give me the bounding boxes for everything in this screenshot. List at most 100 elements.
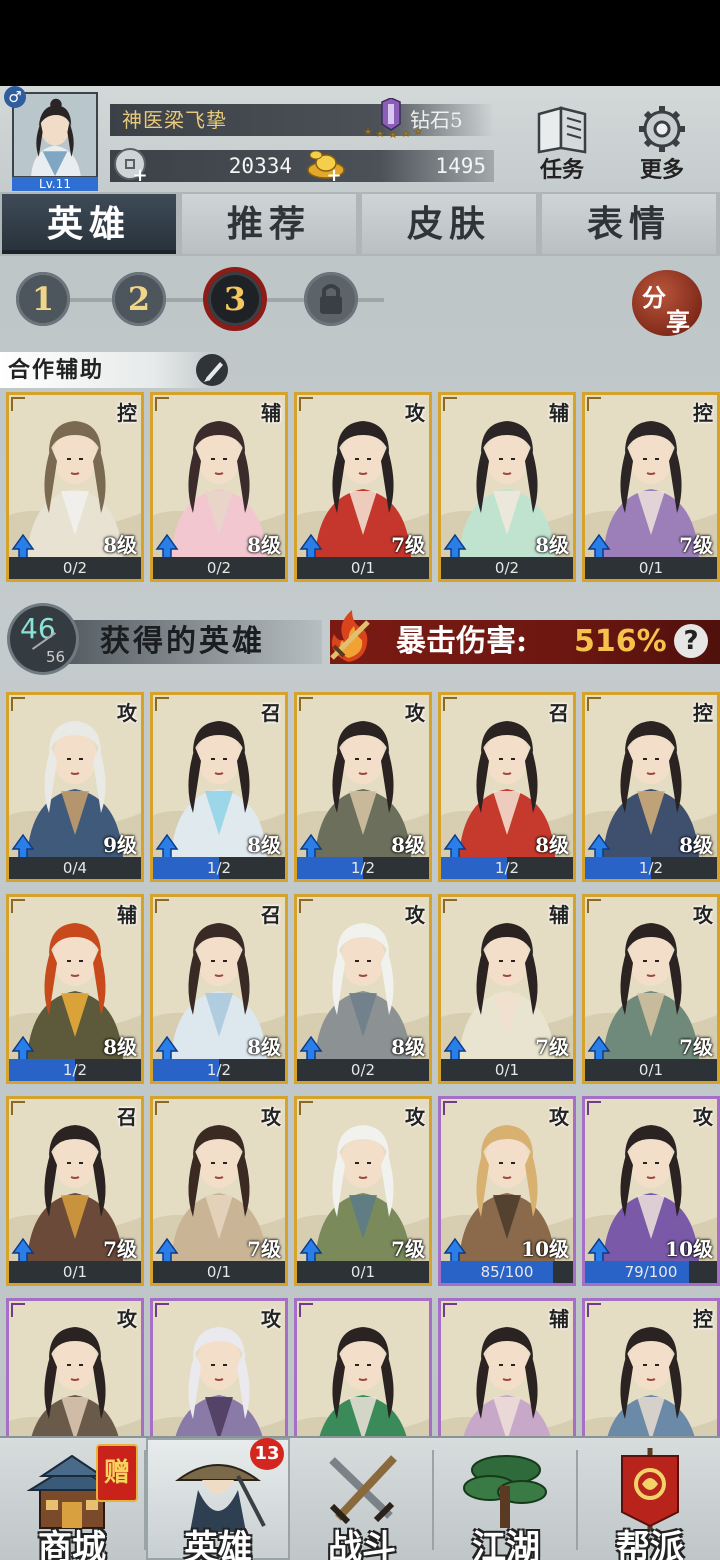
hero-fragment-bar: 1/2: [9, 1059, 141, 1081]
hero-card[interactable]: 召 8级 1/2: [150, 692, 288, 882]
crit-damage-label: 暴击伤害:: [396, 624, 528, 659]
hero-fragment-bar: 0/1: [297, 1261, 429, 1283]
tab-heroes[interactable]: 英雄: [2, 194, 176, 254]
hero-card[interactable]: 辅 7级 0/1: [438, 894, 576, 1084]
help-question-icon[interactable]: ?: [674, 624, 708, 658]
player-level: Lv.11: [12, 177, 98, 191]
hero-fragment-count: 0/1: [494, 1061, 520, 1079]
tab-skins[interactable]: 皮肤: [362, 194, 536, 254]
hero-fragment-count: 0/1: [350, 1263, 376, 1281]
hero-level: 7级: [247, 1237, 281, 1261]
hero-role: 控: [117, 401, 137, 425]
card-corner-ornament: [155, 697, 169, 711]
hero-role: 召: [261, 701, 281, 725]
player-avatar[interactable]: [12, 92, 98, 178]
hero-card[interactable]: 攻 7级 0/1: [294, 392, 432, 582]
task-button[interactable]: 任务: [524, 104, 600, 184]
add-coins-plus-icon[interactable]: +: [132, 167, 148, 185]
tab-emotes[interactable]: 表情: [542, 194, 716, 254]
hero-card[interactable]: 辅 8级 1/2: [6, 894, 144, 1084]
coin-amount: 20334: [228, 154, 292, 178]
hero-level: 10级: [665, 1237, 713, 1261]
hero-role: 攻: [405, 701, 425, 725]
hero-card[interactable]: 攻 7级 0/1: [294, 1096, 432, 1286]
page-3-button[interactable]: 3: [208, 272, 262, 326]
hero-card[interactable]: 攻 7级 0/1: [582, 894, 720, 1084]
lock-icon: [320, 284, 342, 314]
hero-role: 辅: [549, 903, 569, 927]
hero-card[interactable]: 召 8级 1/2: [150, 894, 288, 1084]
hero-card[interactable]: 召 8级 1/2: [438, 692, 576, 882]
card-corner-ornament: [443, 1101, 457, 1115]
hero-role: 召: [117, 1105, 137, 1129]
hero-card[interactable]: 辅 8级 0/2: [150, 392, 288, 582]
hero-role: 控: [693, 401, 713, 425]
card-corner-ornament: [443, 899, 457, 913]
hero-collection-screen: ♂ Lv.11 神医梁飞挚 钻石5 + 20334 + 1495 任务 更多 英…: [0, 0, 720, 1560]
hero-fragment-bar: 1/2: [441, 857, 573, 879]
card-corner-ornament: [299, 397, 313, 411]
hero-level: 8级: [535, 533, 569, 557]
card-corner-ornament: [587, 697, 601, 711]
hero-level: 8级: [391, 1035, 425, 1059]
player-name: 神医梁飞挚: [122, 108, 227, 132]
hero-card[interactable]: 控 7级 0/1: [582, 392, 720, 582]
player-rank: 钻石5: [410, 108, 463, 132]
hero-card[interactable]: 攻 9级 0/4: [6, 692, 144, 882]
hero-level: 7级: [391, 1237, 425, 1261]
hero-fragment-count: 1/2: [62, 1061, 88, 1079]
hero-card[interactable]: 攻 10级 85/100: [438, 1096, 576, 1286]
hero-level: 8级: [103, 1035, 137, 1059]
hero-fragment-count: 0/2: [494, 559, 520, 577]
edit-brush-icon[interactable]: [194, 352, 232, 388]
page-1-button[interactable]: 1: [16, 272, 70, 326]
more-button-label: 更多: [639, 157, 684, 183]
hero-level: 10级: [521, 1237, 569, 1261]
hero-fragment-count: 0/2: [350, 1061, 376, 1079]
hero-role: 召: [261, 903, 281, 927]
hero-card[interactable]: 攻 8级 1/2: [294, 692, 432, 882]
card-corner-ornament: [587, 899, 601, 913]
hero-fragment-bar: 1/2: [297, 857, 429, 879]
hero-notification-badge: 13: [250, 1438, 284, 1470]
hero-level: 8级: [535, 833, 569, 857]
flame-sword-icon: [330, 610, 370, 662]
gear-icon: [639, 106, 685, 152]
hero-fragment-count: 0/1: [638, 1061, 664, 1079]
tab-recommend[interactable]: 推荐: [182, 194, 356, 254]
hero-fragment-bar: 0/1: [585, 557, 717, 579]
hero-fragment-bar: 1/2: [153, 857, 285, 879]
hero-card[interactable]: 辅 8级 0/2: [438, 392, 576, 582]
more-button[interactable]: 更多: [624, 104, 700, 184]
hero-fragment-count: 1/2: [206, 859, 232, 877]
add-gold-plus-icon[interactable]: +: [326, 167, 342, 185]
hero-role: 辅: [549, 401, 569, 425]
owned-count: 46: [20, 612, 56, 645]
share-label-1: 分: [642, 283, 666, 312]
nav-battle[interactable]: 战斗: [290, 1438, 434, 1560]
nav-clan[interactable]: 帮派: [578, 1438, 720, 1560]
page-locked-button[interactable]: [304, 272, 358, 326]
hero-card[interactable]: 攻 8级 0/2: [294, 894, 432, 1084]
hero-card[interactable]: 攻 7级 0/1: [150, 1096, 288, 1286]
share-button[interactable]: 分 享: [632, 270, 702, 336]
hero-card[interactable]: 控 8级 1/2: [582, 692, 720, 882]
card-corner-ornament: [155, 1101, 169, 1115]
gold-amount: 1495: [435, 154, 486, 178]
hero-fragment-count: 1/2: [350, 859, 376, 877]
page-2-button[interactable]: 2: [112, 272, 166, 326]
hero-card[interactable]: 攻 10级 79/100: [582, 1096, 720, 1286]
card-corner-ornament: [299, 1303, 313, 1317]
card-corner-ornament: [443, 1303, 457, 1317]
hero-level: 7级: [679, 533, 713, 557]
hero-fragment-bar: 0/2: [441, 557, 573, 579]
hero-card[interactable]: 控 8级 0/2: [6, 392, 144, 582]
hero-fragment-bar: 0/2: [297, 1059, 429, 1081]
hero-card[interactable]: 召 7级 0/1: [6, 1096, 144, 1286]
hero-level: 7级: [391, 533, 425, 557]
hero-role: 攻: [117, 701, 137, 725]
nav-battle-label: 战斗: [328, 1528, 396, 1560]
hero-level: 8级: [247, 1035, 281, 1059]
card-corner-ornament: [587, 1303, 601, 1317]
nav-jianghu[interactable]: 江湖: [434, 1438, 578, 1560]
